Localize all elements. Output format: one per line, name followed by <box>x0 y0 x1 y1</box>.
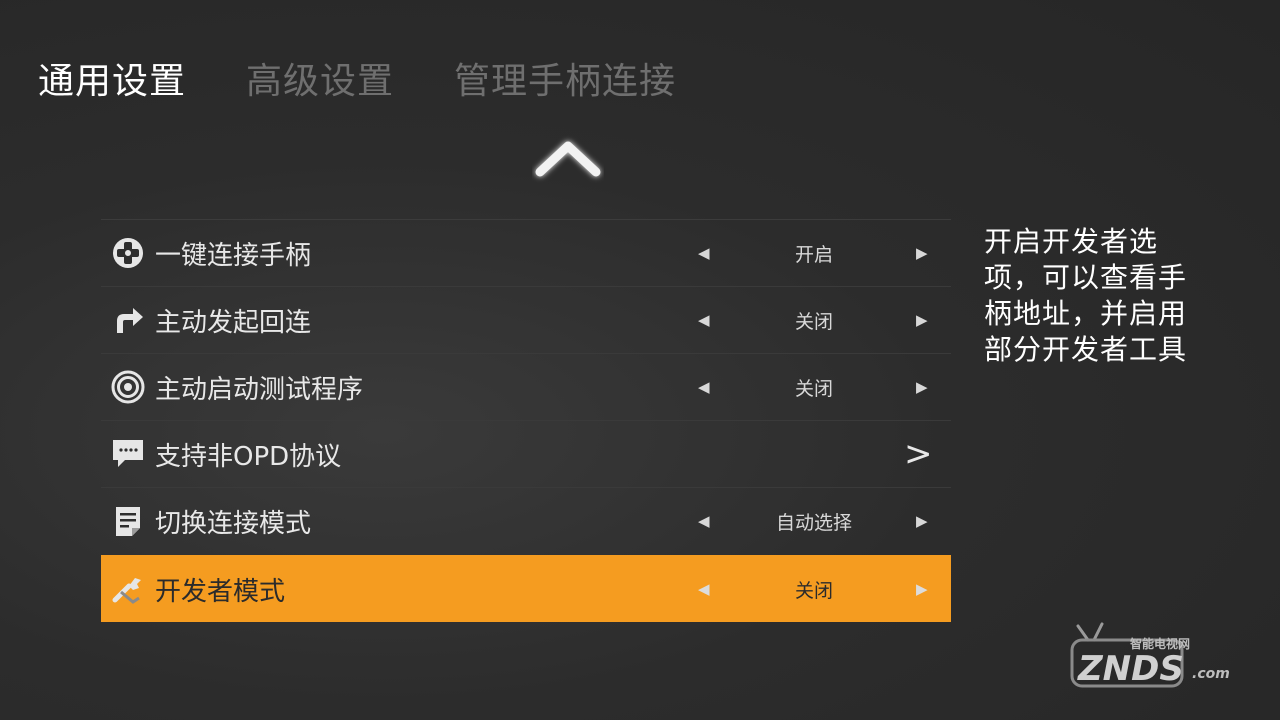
tab-general-settings[interactable]: 通用设置 <box>38 52 186 104</box>
prev-value-arrow[interactable]: ◀ <box>698 512 710 530</box>
next-value-arrow[interactable]: ▶ <box>916 512 928 530</box>
tab-bar: 通用设置 高级设置 管理手柄连接 <box>38 52 676 104</box>
scroll-up-chevron-icon[interactable] <box>532 132 604 184</box>
menu-label: 一键连接手柄 <box>155 240 312 271</box>
submenu-chevron[interactable]: > <box>904 434 933 474</box>
next-value-arrow[interactable]: ▶ <box>916 244 928 262</box>
menu-label: 支持非OPD协议 <box>155 441 342 472</box>
menu-row-active-reconnect[interactable]: 主动发起回连 ◀ 关闭 ▶ <box>101 286 951 353</box>
next-value-arrow[interactable]: ▶ <box>916 580 928 598</box>
wrench-icon <box>112 578 141 604</box>
menu-label: 主动启动测试程序 <box>155 374 364 405</box>
menu-row-non-opd-protocol[interactable]: 支持非OPD协议 > <box>101 420 951 487</box>
option-description: 开启开发者选项，可以查看手柄地址，并启用部分开发者工具 <box>984 225 1188 366</box>
target-icon <box>111 370 145 404</box>
next-value-arrow[interactable]: ▶ <box>916 311 928 329</box>
menu-row-auto-start-test[interactable]: 主动启动测试程序 ◀ 关闭 ▶ <box>101 353 951 420</box>
chat-bubble-icon <box>113 440 143 467</box>
prev-value-arrow[interactable]: ◀ <box>698 311 710 329</box>
menu-row-developer-mode[interactable]: 开发者模式 ◀ 关闭 ▶ <box>101 555 951 622</box>
menu-label: 主动发起回连 <box>155 307 312 338</box>
gamepad-icon <box>113 238 143 268</box>
settings-menu: 一键连接手柄 ◀ 开启 ▶ 主动发起回连 ◀ 关闭 ▶ 主动启动测试程序 ◀ 关… <box>101 219 951 622</box>
next-value-arrow[interactable]: ▶ <box>916 378 928 396</box>
tab-manage-gamepad-connection[interactable]: 管理手柄连接 <box>454 52 676 104</box>
menu-value: 开启 <box>794 243 833 266</box>
menu-row-switch-connection-mode[interactable]: 切换连接模式 ◀ 自动选择 ▶ <box>101 487 951 554</box>
prev-value-arrow[interactable]: ◀ <box>698 244 710 262</box>
menu-row-one-key-connect[interactable]: 一键连接手柄 ◀ 开启 ▶ <box>101 219 951 286</box>
menu-value: 关闭 <box>794 310 833 333</box>
document-icon <box>116 507 140 536</box>
logo-suffix-text: .com <box>1192 666 1230 682</box>
menu-value: 关闭 <box>794 377 833 400</box>
prev-value-arrow[interactable]: ◀ <box>698 378 710 396</box>
logo-main-text: ZNDS <box>1077 649 1184 689</box>
menu-label: 切换连接模式 <box>155 508 312 539</box>
prev-value-arrow[interactable]: ◀ <box>698 580 710 598</box>
reconnect-arrow-icon <box>117 308 143 333</box>
menu-value: 自动选择 <box>775 511 852 534</box>
menu-value: 关闭 <box>794 579 833 602</box>
menu-label: 开发者模式 <box>155 576 286 607</box>
znds-logo: 智能电视网 ZNDS .com <box>1070 622 1230 689</box>
tab-advanced-settings[interactable]: 高级设置 <box>246 52 394 104</box>
